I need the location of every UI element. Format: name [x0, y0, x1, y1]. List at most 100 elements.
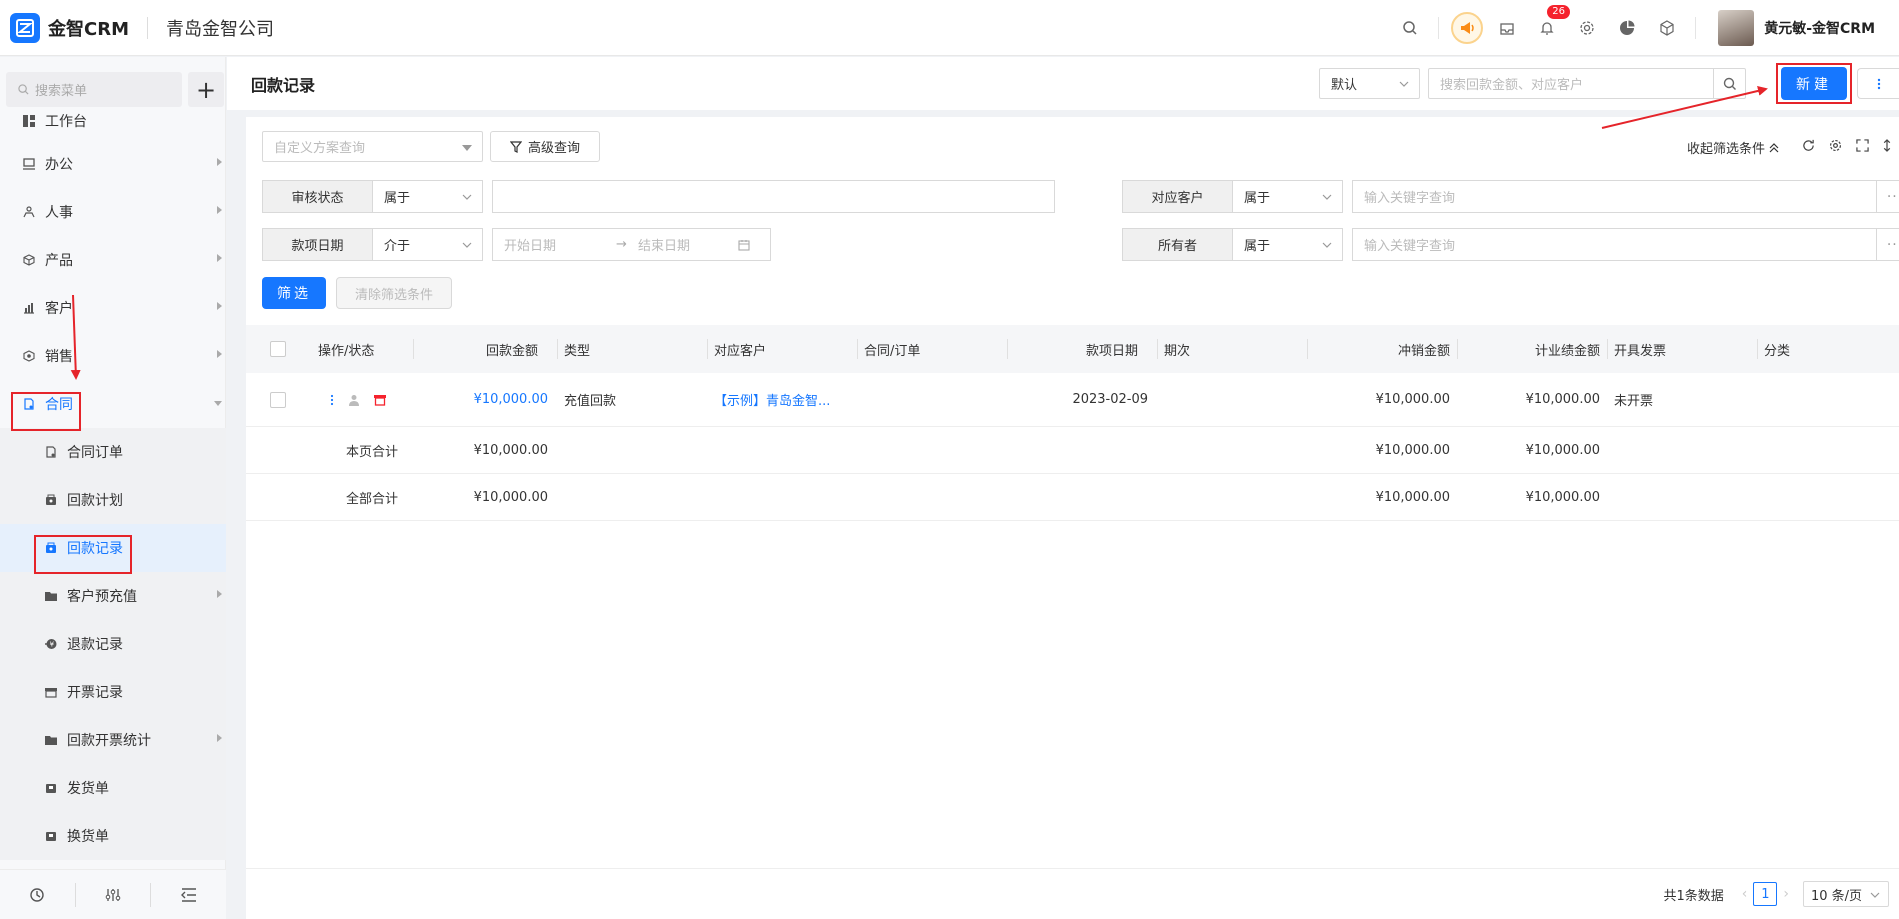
column-header-label: 冲销金额 [1397, 343, 1450, 359]
sidebar-item-product[interactable]: 产品 [0, 236, 226, 284]
sidebar-item-sales[interactable]: 销售 [0, 332, 226, 380]
notification-bell[interactable]: 26 [1527, 4, 1570, 36]
wallet-icon [44, 493, 58, 507]
customer-picker-button[interactable]: ··· [1876, 180, 1899, 213]
user-icon [349, 394, 359, 406]
cube-icon[interactable] [1647, 19, 1687, 36]
sidebar-item-payment-invoice-stats[interactable]: 回款开票统计 [0, 716, 226, 764]
sidebar-item-label: 人事 [45, 205, 73, 221]
cube-icon [22, 253, 36, 267]
filter-operator-select[interactable]: 介于 [373, 228, 483, 261]
dashboard-icon [22, 114, 36, 128]
page-title: 回款记录 [251, 75, 316, 95]
sliders-icon[interactable] [76, 887, 151, 903]
chevron-down-icon [1322, 242, 1332, 248]
divider [146, 16, 148, 39]
collapse-menu-icon[interactable] [151, 887, 226, 902]
column-header-label: 期次 [1164, 343, 1191, 359]
username[interactable]: 黄元敏-金智CRM [1764, 18, 1875, 38]
sidebar-item-label: 退款记录 [67, 637, 123, 653]
notification-badge: 26 [1547, 4, 1570, 19]
row-height-icon[interactable] [1883, 139, 1891, 152]
performance-amount-cell: ¥10,000.00 [1525, 392, 1600, 407]
prev-page-button[interactable]: ‹ [1742, 886, 1748, 902]
sidebar-item-contract-order[interactable]: 合同订单 [0, 428, 226, 476]
caret-down-icon [462, 145, 472, 151]
avatar[interactable] [1718, 9, 1755, 46]
next-page-button[interactable]: › [1783, 886, 1789, 902]
chevron-down-icon [1322, 194, 1332, 200]
view-select-value: 默认 [1331, 78, 1358, 93]
column-header: 开具发票 [1608, 325, 1758, 373]
pie-chart-icon[interactable] [1607, 20, 1647, 36]
collapse-filters-label: 收起筛选条件 [1686, 142, 1765, 157]
customer-link[interactable]: 【示例】青岛金智... [714, 373, 830, 426]
date-range-picker[interactable]: 开始日期 → 结束日期 [492, 228, 771, 261]
menu-search-placeholder: 搜索菜单 [35, 84, 88, 99]
plan-query-select[interactable]: 自定义方案查询 [262, 131, 483, 162]
search-placeholder: 搜索回款金额、对应客户 [1440, 78, 1584, 93]
column-header: 操作/状态 [318, 325, 414, 373]
chevron-right-icon [217, 350, 222, 358]
page-size-select[interactable]: 10 条/页 [1803, 881, 1889, 907]
filter-button[interactable]: 筛选 [262, 277, 326, 309]
page-total-amount: ¥10,000.00 [473, 442, 548, 458]
more-actions-button[interactable] [1857, 68, 1899, 99]
search-icon[interactable] [1390, 20, 1430, 36]
sidebar-item-office[interactable]: 办公 [0, 140, 226, 188]
sidebar-item-workbench[interactable]: 工作台 [0, 102, 226, 140]
sidebar-item-prepaid[interactable]: 客户预充值 [0, 572, 226, 620]
folder-icon [44, 589, 58, 603]
filter-operator-select[interactable]: 属于 [1233, 228, 1343, 261]
history-icon[interactable] [0, 887, 75, 903]
sidebar-item-hr[interactable]: 人事 [0, 188, 226, 236]
sidebar-item-refund[interactable]: ¥ 退款记录 [0, 620, 226, 668]
settings-gear-icon[interactable] [1567, 20, 1607, 36]
table-row[interactable]: ¥10,000.00 充值回款 【示例】青岛金智... 2023-02-09 ¥… [246, 373, 1899, 427]
fullscreen-icon[interactable] [1856, 139, 1869, 152]
refund-icon: ¥ [44, 637, 58, 651]
brand-name: 金智CRM [48, 18, 129, 40]
clear-filters-button[interactable]: 清除筛选条件 [336, 277, 452, 309]
sidebar-item-label: 工作台 [45, 114, 87, 130]
filter-operator-select[interactable]: 属于 [373, 180, 483, 213]
column-header: 计业绩金额 [1458, 325, 1608, 373]
owner-keyword-input[interactable]: 输入关键字查询 [1352, 228, 1877, 261]
collapse-filters-button[interactable]: 收起筛选条件 [1687, 138, 1779, 157]
customer-keyword-input[interactable]: 输入关键字查询 [1352, 180, 1877, 213]
column-header-label: 回款金额 [485, 343, 538, 359]
column-header-label: 对应客户 [714, 343, 767, 359]
sidebar-item-exchange[interactable]: 换货单 [0, 812, 226, 860]
chevron-right-icon [217, 734, 222, 742]
sidebar-item-customer[interactable]: 客户 [0, 284, 226, 332]
sidebar-item-delivery[interactable]: 发货单 [0, 764, 226, 812]
refresh-icon[interactable] [1802, 139, 1815, 152]
box-icon [44, 781, 58, 795]
sidebar-item-label: 办公 [45, 157, 73, 173]
view-select[interactable]: 默认 [1319, 68, 1420, 99]
filter-operator-select[interactable]: 属于 [1233, 180, 1343, 213]
content-panel: 自定义方案查询 高级查询 收起筛选条件 审核状态 属于 对应客户 属于 输入关键… [246, 117, 1899, 919]
plan-query-placeholder: 自定义方案查询 [274, 141, 366, 156]
more-vertical-icon[interactable] [330, 394, 334, 406]
sidebar-item-invoice[interactable]: 开票记录 [0, 668, 226, 716]
logo-icon[interactable] [10, 12, 40, 43]
amount-cell[interactable]: ¥10,000.00 [414, 373, 558, 426]
settings-gear-icon[interactable] [1829, 139, 1842, 152]
search-button[interactable] [1713, 69, 1745, 98]
sidebar-item-label: 销售 [45, 349, 73, 365]
sidebar-item-label: 客户 [45, 301, 73, 317]
annotation-box [34, 535, 132, 574]
sidebar-item-payment-plan[interactable]: 回款计划 [0, 476, 226, 524]
advanced-query-button[interactable]: 高级查询 [490, 131, 600, 162]
chevron-right-icon [217, 206, 222, 214]
page-number-button[interactable]: 1 [1753, 882, 1778, 906]
row-checkbox[interactable] [270, 373, 286, 426]
owner-picker-button[interactable]: ··· [1876, 228, 1899, 261]
search-input[interactable]: 搜索回款金额、对应客户 [1428, 68, 1746, 99]
inbox-icon[interactable] [1487, 20, 1527, 36]
audit-status-input[interactable] [492, 180, 1055, 213]
announcement-button[interactable] [1447, 11, 1487, 44]
sidebar-item-label: 合同订单 [67, 445, 123, 461]
select-all-checkbox[interactable] [270, 325, 286, 373]
